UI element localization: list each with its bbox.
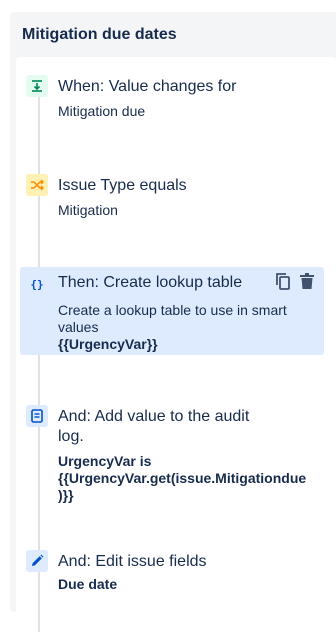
edit-issue-fields-step[interactable]: And: Edit issue fields Due date bbox=[16, 550, 324, 610]
step-tools bbox=[274, 271, 316, 291]
shuffle-condition-icon bbox=[26, 174, 48, 196]
step-smart-value: {{UrgencyVar}} bbox=[58, 336, 158, 352]
copy-icon[interactable] bbox=[274, 271, 292, 291]
step-description-line-2: {{UrgencyVar.get(issue.Mitigationdue bbox=[58, 470, 307, 486]
step-description: Due date bbox=[58, 576, 118, 592]
rule-panel: Mitigation due dates When: Value changes… bbox=[10, 12, 336, 632]
document-icon bbox=[26, 405, 48, 427]
create-lookup-table-step[interactable]: {} Then: Create lookup table Create a lo… bbox=[20, 267, 324, 355]
trigger-icon bbox=[26, 75, 48, 97]
rule-steps-list: When: Value changes for Mitigation due I… bbox=[16, 57, 336, 632]
curly-braces-icon: {} bbox=[26, 273, 48, 295]
audit-log-step[interactable]: And: Add value to the audit log. Urgency… bbox=[16, 405, 324, 505]
pencil-icon bbox=[26, 550, 48, 572]
step-title-line-2: log. bbox=[58, 428, 84, 445]
panel-title: Mitigation due dates bbox=[22, 26, 177, 43]
step-title: Then: Create lookup table bbox=[58, 274, 243, 291]
step-title-line-1: And: Add value to the audit bbox=[58, 408, 250, 425]
step-description: Create a lookup table to use in smart va… bbox=[58, 302, 287, 335]
trigger-step[interactable]: When: Value changes for Mitigation due bbox=[16, 75, 324, 135]
step-title: Issue Type equals bbox=[58, 177, 187, 194]
condition-step[interactable]: Issue Type equals Mitigation bbox=[16, 174, 324, 234]
step-description: Mitigation bbox=[58, 202, 118, 218]
step-title: When: Value changes for bbox=[58, 78, 237, 95]
step-description: Mitigation due bbox=[58, 103, 146, 119]
step-title: And: Edit issue fields bbox=[58, 553, 207, 570]
svg-text:{}: {} bbox=[30, 278, 43, 291]
step-description-line-1: UrgencyVar is bbox=[58, 453, 152, 469]
step-description-line-3: )}} bbox=[58, 487, 74, 503]
trash-icon[interactable] bbox=[298, 271, 316, 291]
